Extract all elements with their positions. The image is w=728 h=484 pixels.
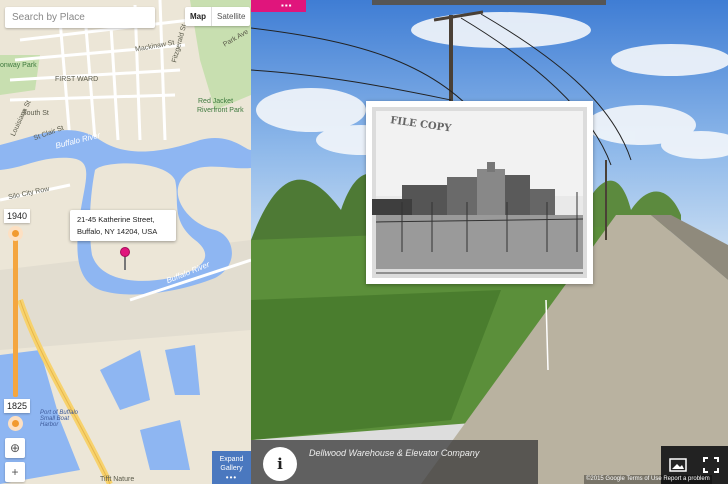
grid-icon[interactable]: ▪▪▪ <box>251 0 306 12</box>
historic-photo-image: FILE COPY <box>372 107 587 278</box>
popup-address-line2: Buffalo, NY 14204, USA <box>77 227 158 236</box>
search-input[interactable]: Search by Place <box>5 7 155 28</box>
map-attribution[interactable]: ©2015 Google Terms of Use Report a probl… <box>584 475 712 484</box>
photo-caption: Dellwood Warehouse & Elevator Company <box>309 448 480 458</box>
year-start-badge: 1940 <box>4 209 30 223</box>
year-slider-top-handle[interactable] <box>8 226 23 241</box>
label-red-jacket-2: Riverfront Park <box>197 107 244 114</box>
info-button[interactable]: i <box>263 447 297 481</box>
top-toolbar-strip <box>372 0 606 5</box>
gallery-label-2: Gallery <box>220 465 243 472</box>
label-small-boat-harbor: Port of Buffalo Small Boat Harbor <box>40 410 79 428</box>
location-popup: 21-45 Katherine Street, Buffalo, NY 1420… <box>70 210 176 241</box>
map-tiles <box>0 0 251 484</box>
zoom-in-button[interactable]: + <box>5 462 25 482</box>
maptype-map-button[interactable]: Map <box>185 7 212 26</box>
location-pin-icon[interactable] <box>120 247 130 257</box>
map-panel[interactable]: FIRST WARD Buffalo River Buffalo River R… <box>0 0 251 484</box>
label-first-ward: FIRST WARD <box>55 76 99 83</box>
label-red-jacket: Red Jacket <box>198 98 234 105</box>
expand-gallery-button[interactable]: Expand Gallery ••• <box>212 451 251 484</box>
maptype-toggle[interactable]: Map Satellite <box>185 7 251 26</box>
crosshair-icon[interactable]: ⊕ <box>5 438 25 458</box>
gallery-dots: ••• <box>225 473 238 482</box>
gallery-label-1: Expand <box>219 456 244 463</box>
year-slider-bottom-handle[interactable] <box>8 416 23 431</box>
year-slider-track[interactable] <box>13 236 18 397</box>
label-tifft: Tifft Nature <box>100 476 135 483</box>
popup-address-line1: 21-45 Katherine Street, <box>77 215 155 224</box>
historic-photo[interactable]: FILE COPY <box>366 101 593 284</box>
pin-stem <box>124 256 126 270</box>
maptype-satellite-button[interactable]: Satellite <box>212 7 250 26</box>
label-conway-park: onway Park <box>0 62 37 69</box>
year-end-badge: 1825 <box>4 399 30 413</box>
